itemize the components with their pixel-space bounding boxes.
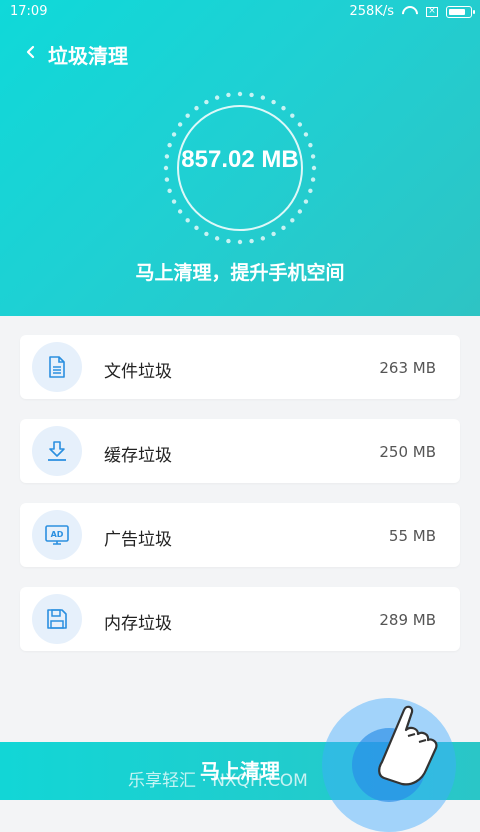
ring-dot	[194, 105, 199, 111]
ring-dot	[297, 122, 303, 127]
top-bar: 垃圾清理	[0, 34, 480, 70]
save-icon	[32, 594, 82, 644]
battery-icon	[446, 5, 475, 18]
ring-dot	[308, 188, 313, 194]
ring-dot	[214, 236, 220, 241]
page-title: 垃圾清理	[48, 44, 128, 68]
junk-item-file[interactable]: 文件垃圾 263 MB	[20, 335, 460, 399]
junk-item-memory[interactable]: 内存垃圾 289 MB	[20, 587, 460, 651]
status-bar: 17:09 258K/s ×	[0, 0, 480, 24]
ring-dot	[297, 209, 303, 214]
ring-dot	[310, 177, 316, 182]
wifi-icon	[402, 6, 418, 18]
ring-dot	[164, 177, 170, 182]
ring-dot	[303, 199, 309, 204]
junk-item-label: 广告垃圾	[104, 530, 172, 550]
chevron-left-icon	[26, 45, 35, 59]
tagline: 马上清理，提升手机空间	[135, 262, 345, 284]
junk-item-size: 263 MB	[379, 359, 436, 377]
ring-dot	[171, 132, 177, 137]
ring-dot	[171, 199, 177, 204]
junk-item-label: 内存垃圾	[104, 614, 172, 634]
pointing-hand-icon	[378, 705, 438, 786]
ring-dot	[237, 239, 243, 245]
ring-dot	[271, 99, 276, 105]
ad-icon: AD	[32, 510, 82, 560]
ring-dot	[249, 92, 254, 98]
status-time: 17:09	[10, 4, 48, 19]
ring-dot	[260, 95, 266, 100]
ring-dot	[226, 92, 231, 98]
file-icon	[32, 342, 82, 392]
ring-dot	[249, 238, 254, 244]
junk-item-cache[interactable]: 缓存垃圾 250 MB	[20, 419, 460, 483]
junk-size-ring: 857.02 MB	[160, 88, 320, 248]
junk-item-label: 缓存垃圾	[104, 446, 172, 466]
junk-item-size: 250 MB	[379, 443, 436, 461]
back-button[interactable]	[18, 38, 46, 66]
ring-dot	[177, 209, 183, 214]
ring-dot	[167, 188, 172, 194]
tap-hint	[322, 690, 456, 832]
ring-dot	[290, 218, 295, 223]
junk-category-list: 文件垃圾 263 MB 缓存垃圾 250 MB AD 广告垃圾 55 MB 内存…	[20, 335, 460, 671]
ring-dot	[260, 236, 266, 241]
junk-item-ad[interactable]: AD 广告垃圾 55 MB	[20, 503, 460, 567]
ring-dot	[185, 218, 190, 223]
ring-dot	[281, 225, 286, 231]
ring-dot	[237, 91, 243, 97]
no-sim-icon: ×	[426, 6, 438, 17]
svg-text:AD: AD	[51, 530, 64, 539]
ring-dot	[214, 95, 220, 100]
download-icon	[32, 426, 82, 476]
ring-dot	[271, 231, 276, 237]
network-speed: 258K/s	[349, 4, 395, 19]
junk-item-label: 文件垃圾	[104, 362, 172, 382]
ring-dot	[194, 225, 199, 231]
ring-dot	[303, 132, 309, 137]
watermark: 乐享轻汇 · NXQH.COM	[128, 771, 308, 791]
ring-dot	[204, 99, 209, 105]
ring-dot	[185, 113, 190, 118]
header-banner: 17:09 258K/s × 垃圾清理 857.02 MB 马上清理，提升手机空…	[0, 0, 480, 316]
ring-dot	[177, 122, 183, 127]
junk-item-size: 55 MB	[388, 527, 436, 545]
ring-dot	[226, 238, 231, 244]
ring-dot	[290, 113, 295, 118]
ring-dot	[281, 105, 286, 111]
total-junk-size: 857.02 MB	[181, 146, 299, 173]
junk-item-size: 289 MB	[379, 611, 436, 629]
ring-dot	[204, 231, 209, 237]
status-indicators: 258K/s ×	[349, 4, 475, 19]
